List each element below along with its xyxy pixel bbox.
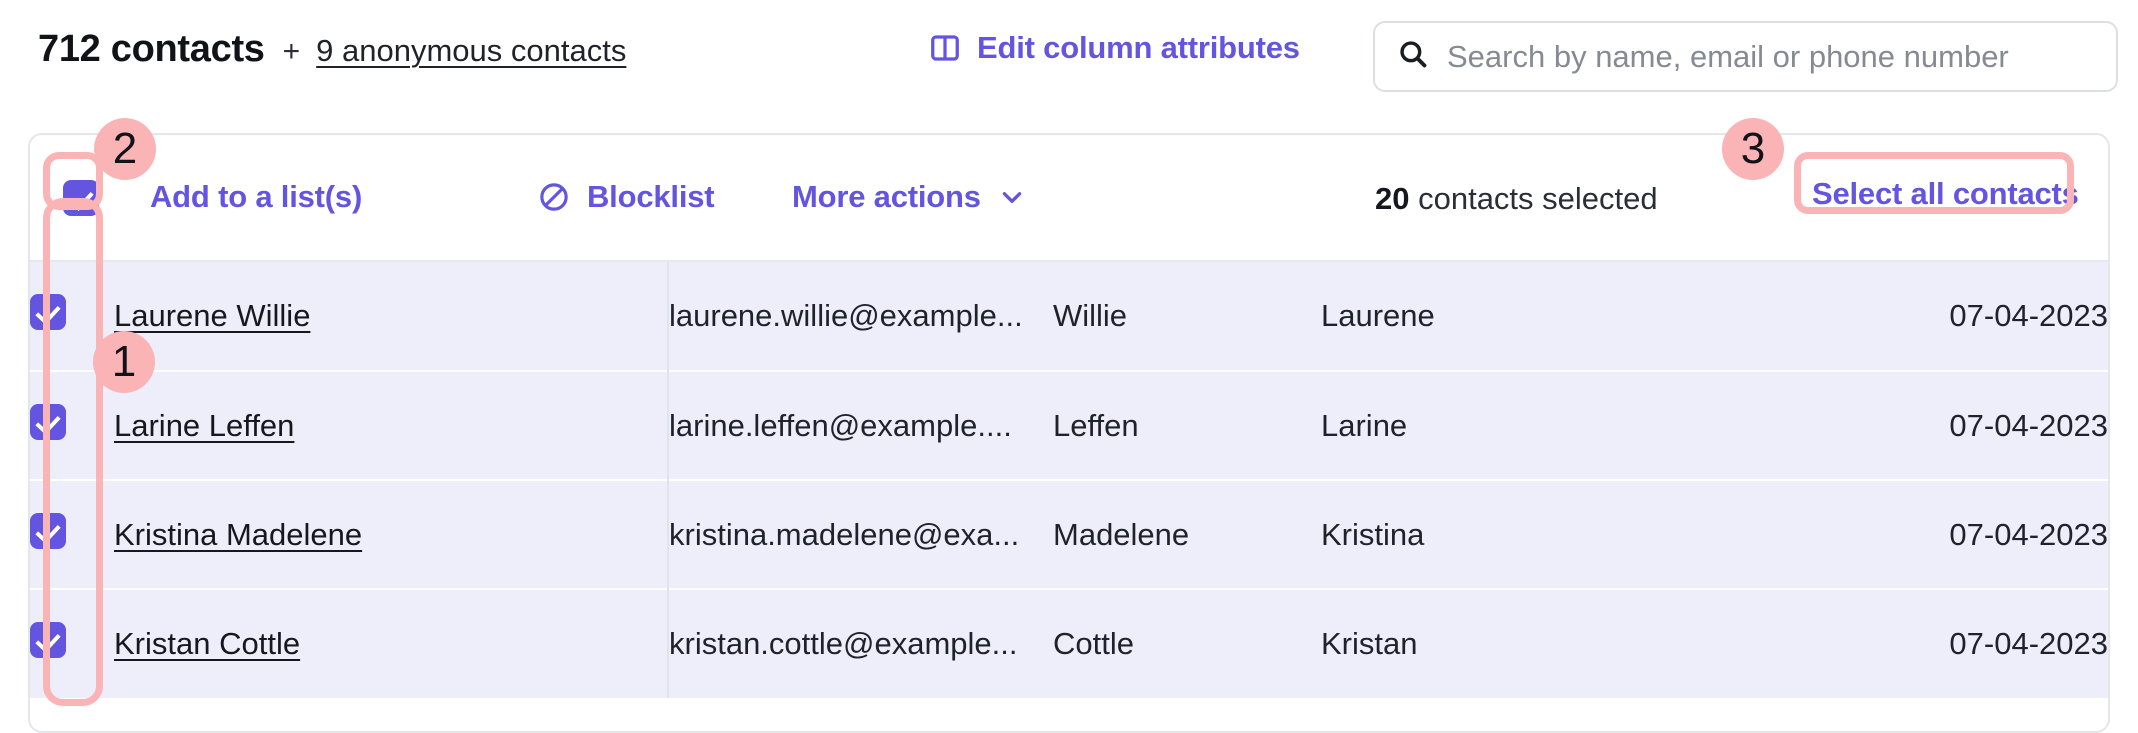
contact-date-cell-value: 07-04-2023 xyxy=(1949,517,2108,552)
blocklist-button[interactable]: Blocklist xyxy=(538,179,714,215)
contact-email-cell-value: kristina.madelene@exa... xyxy=(669,517,1019,552)
contact-name-cell: Kristina Madelene xyxy=(114,480,668,589)
row-checkbox[interactable] xyxy=(30,622,66,658)
contacts-summary: 712 contacts + 9 anonymous contacts xyxy=(38,28,626,71)
add-to-list-label: Add to a list(s) xyxy=(150,179,362,215)
row-checkbox-cell xyxy=(30,589,114,698)
row-checkbox-cell xyxy=(30,480,114,589)
contact-firstname-cell: Kristan xyxy=(1321,589,1701,698)
contact-email-cell-value: kristan.cottle@example... xyxy=(669,626,1018,661)
contact-firstname-cell-value: Kristina xyxy=(1321,517,1424,552)
contact-name-cell-value[interactable]: Kristan Cottle xyxy=(114,626,300,661)
contact-email-cell-value: larine.leffen@example.... xyxy=(669,408,1012,443)
contacts-table: Laurene Willie laurene.willie@example... W… xyxy=(30,262,2108,698)
contact-email-cell: kristan.cottle@example... xyxy=(668,589,1053,698)
contact-firstname-cell: Laurene xyxy=(1321,262,1701,371)
plus-separator: + xyxy=(283,35,301,69)
row-checkbox[interactable] xyxy=(30,404,66,440)
contact-email-cell: laurene.willie@example... xyxy=(668,262,1053,371)
more-actions-dropdown[interactable]: More actions xyxy=(792,179,1025,215)
contact-date-cell: 07-04-2023 xyxy=(1701,371,2108,480)
contact-lastname-cell: Willie xyxy=(1053,262,1321,371)
contact-date-cell-value: 07-04-2023 xyxy=(1949,626,2108,661)
annotation-marker-2: 2 xyxy=(94,118,156,180)
search-box[interactable] xyxy=(1373,21,2118,92)
contacts-table-card: Add to a list(s) Blocklist More actions … xyxy=(28,133,2110,733)
contact-lastname-cell: Cottle xyxy=(1053,589,1321,698)
table-row[interactable]: Laurene Willie laurene.willie@example... W… xyxy=(30,262,2108,371)
table-row[interactable]: Kristina Madelene kristina.madelene@exa..… xyxy=(30,480,2108,589)
bulk-action-bar: Add to a list(s) Blocklist More actions … xyxy=(30,135,2108,262)
anonymous-contacts-link[interactable]: 9 anonymous contacts xyxy=(316,33,626,69)
chevron-down-icon xyxy=(999,184,1025,210)
contact-date-cell: 07-04-2023 xyxy=(1701,589,2108,698)
contact-name-cell-value[interactable]: Larine Leffen xyxy=(114,408,294,443)
contact-email-cell: kristina.madelene@exa... xyxy=(668,480,1053,589)
contact-date-cell-value: 07-04-2023 xyxy=(1949,408,2108,443)
contact-date-cell: 07-04-2023 xyxy=(1701,480,2108,589)
contact-firstname-cell-value: Larine xyxy=(1321,408,1407,443)
search-input[interactable] xyxy=(1447,34,2087,79)
contact-name-cell: Kristan Cottle xyxy=(114,589,668,698)
contact-lastname-cell: Madelene xyxy=(1053,480,1321,589)
page-title: 712 contacts xyxy=(38,28,265,71)
add-to-list-button[interactable]: Add to a list(s) xyxy=(150,179,362,215)
contact-firstname-cell-value: Laurene xyxy=(1321,298,1435,333)
search-icon xyxy=(1397,38,1429,75)
contact-date-cell: 07-04-2023 xyxy=(1701,262,2108,371)
contact-date-cell-value: 07-04-2023 xyxy=(1949,298,2108,333)
row-checkbox[interactable] xyxy=(30,294,66,330)
contact-email-cell: larine.leffen@example.... xyxy=(668,371,1053,480)
more-actions-label: More actions xyxy=(792,179,981,215)
row-checkbox-cell xyxy=(30,371,114,480)
contact-lastname-cell: Leffen xyxy=(1053,371,1321,480)
contact-firstname-cell: Larine xyxy=(1321,371,1701,480)
blocklist-label: Blocklist xyxy=(587,179,714,215)
table-row[interactable]: Larine Leffen larine.leffen@example.... Le… xyxy=(30,371,2108,480)
selected-suffix: contacts selected xyxy=(1409,181,1657,216)
contact-lastname-cell-value: Willie xyxy=(1053,298,1127,333)
selected-count: 20 xyxy=(1375,181,1409,216)
contact-name-cell-value[interactable]: Laurene Willie xyxy=(114,298,310,333)
selection-status: 20 contacts selected xyxy=(1375,181,1658,217)
columns-icon xyxy=(930,33,960,63)
contact-firstname-cell: Kristina xyxy=(1321,480,1701,589)
annotation-marker-3: 3 xyxy=(1722,118,1784,180)
edit-column-attributes-button[interactable]: Edit column attributes xyxy=(930,30,1300,66)
contact-name-cell-value[interactable]: Kristina Madelene xyxy=(114,517,362,552)
contact-name-cell: Larine Leffen xyxy=(114,371,668,480)
select-all-contacts-button[interactable]: Select all contacts xyxy=(1812,176,2079,212)
annotation-marker-1: 1 xyxy=(93,331,155,393)
contact-lastname-cell-value: Cottle xyxy=(1053,626,1134,661)
select-all-checkbox[interactable] xyxy=(63,180,99,216)
contact-firstname-cell-value: Kristan xyxy=(1321,626,1417,661)
contact-name-cell: Laurene Willie xyxy=(114,262,668,371)
contact-email-cell-value: laurene.willie@example... xyxy=(669,298,1023,333)
page-header: 712 contacts + 9 anonymous contacts Edit… xyxy=(0,0,2138,133)
row-checkbox[interactable] xyxy=(30,513,66,549)
table-row[interactable]: Kristan Cottle kristan.cottle@example... C… xyxy=(30,589,2108,698)
contact-lastname-cell-value: Madelene xyxy=(1053,517,1189,552)
edit-column-attributes-label: Edit column attributes xyxy=(977,30,1300,66)
ban-icon xyxy=(538,181,570,213)
contact-lastname-cell-value: Leffen xyxy=(1053,408,1139,443)
